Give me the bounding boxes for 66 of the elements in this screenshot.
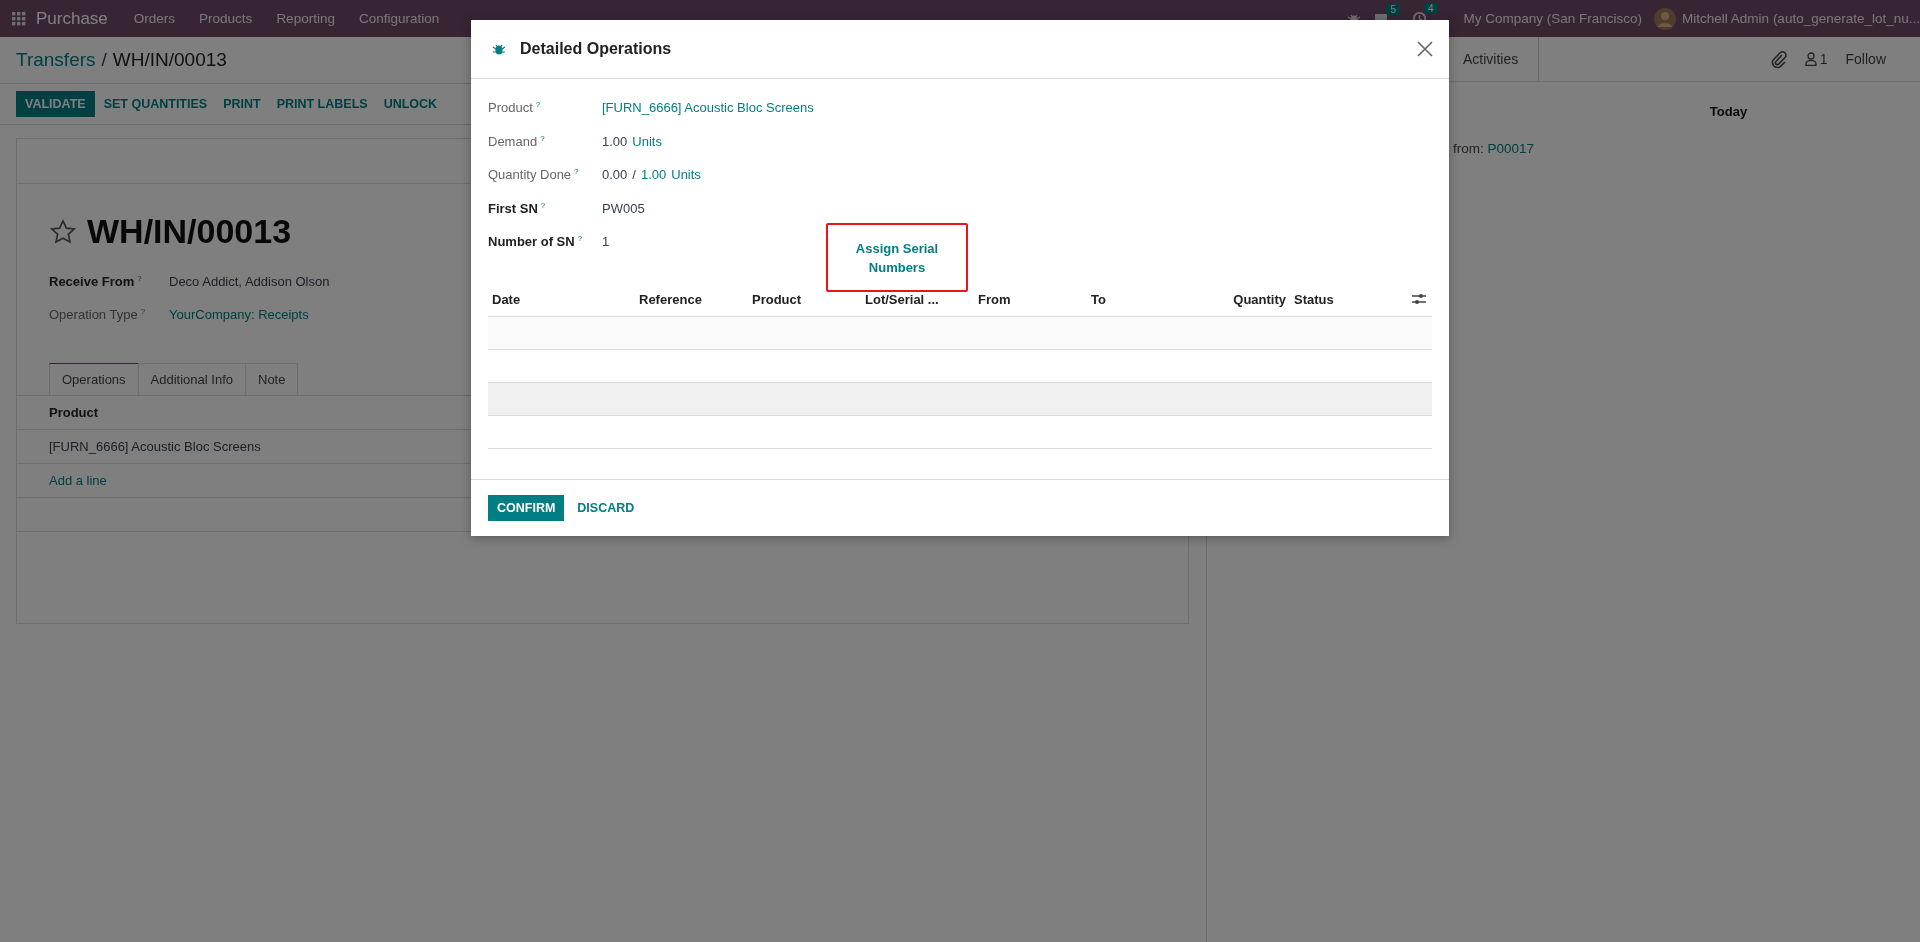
column-header[interactable]: Product: [752, 291, 865, 307]
menu-item[interactable]: Products: [187, 11, 265, 26]
dialog-title: Detailed Operations: [520, 40, 672, 58]
menu-item[interactable]: Orders: [121, 11, 188, 26]
company-switcher[interactable]: My Company (San Francisco): [1451, 11, 1655, 26]
column-header[interactable]: Status: [1294, 291, 1404, 307]
assign-serial-numbers-button[interactable]: Assign Serial Numbers: [826, 223, 968, 292]
paperclip-icon[interactable]: [1770, 50, 1787, 68]
action-button[interactable]: UNLOCK: [376, 91, 445, 117]
column-header[interactable]: Reference: [639, 291, 752, 307]
field-value[interactable]: [FURN_6666] Acoustic Bloc Screens: [602, 100, 814, 116]
field-label: Operation Type $^{?}$: [49, 306, 147, 323]
dialog-button[interactable]: DISCARD: [568, 495, 644, 521]
menu-item[interactable]: Configuration: [346, 11, 452, 26]
column-header[interactable]: Quantity: [1204, 291, 1294, 307]
purchase-order-link[interactable]: P00017: [1487, 141, 1535, 156]
follow-button[interactable]: Follow: [1845, 37, 1902, 81]
field-value: Deco Addict, Addison Olson: [169, 274, 330, 289]
breadcrumb-current: WH/IN/00013: [112, 49, 227, 71]
column-header[interactable]: Lot/Serial ...: [865, 291, 978, 307]
field-value: 1.00: [602, 133, 628, 149]
sliders-icon[interactable]: [1412, 293, 1426, 305]
date-separator: Today: [1709, 104, 1748, 119]
field-label: First SN $^{?}$: [488, 200, 547, 216]
field-label: Product $^{?}$: [488, 100, 542, 116]
field-label: Demand $^{?}$: [488, 133, 546, 149]
field-value[interactable]: 1.00: [640, 167, 667, 183]
menu-item[interactable]: Reporting: [264, 11, 347, 26]
column-header[interactable]: To: [1091, 291, 1204, 307]
message-count-badge: 5: [1386, 3, 1400, 15]
action-button[interactable]: PRINT: [216, 91, 268, 117]
followers-button[interactable]: 1: [1804, 51, 1828, 67]
record-title: WH/IN/00013: [87, 212, 292, 251]
column-header[interactable]: From: [978, 291, 1091, 307]
action-button[interactable]: PRINT LABELS: [269, 91, 375, 117]
field-value[interactable]: Units: [632, 133, 662, 149]
user-icon: [1804, 52, 1817, 66]
table-cell: [FURN_6666] Acoustic Bloc Screens: [49, 439, 261, 454]
breadcrumb-link[interactable]: Transfers: [16, 49, 96, 71]
breadcrumb-separator: /: [101, 49, 107, 71]
activity-count-badge: 4: [1423, 3, 1438, 14]
action-button[interactable]: SET QUANTITIES: [96, 91, 215, 117]
field-value: /: [632, 167, 636, 183]
action-button[interactable]: VALIDATE: [16, 91, 95, 117]
tab[interactable]: Operations: [49, 363, 139, 395]
field-value[interactable]: YourCompany: Receipts: [169, 307, 309, 322]
column-header: Product: [49, 405, 99, 420]
star-icon[interactable]: [49, 217, 77, 246]
field-label: Receive From $^{?}$: [49, 273, 143, 290]
column-header[interactable]: Date: [492, 291, 639, 307]
activities-button[interactable]: Activities: [1463, 37, 1540, 81]
message-text: from: P00017: [1453, 141, 1535, 156]
dialog-button[interactable]: CONFIRM: [488, 495, 565, 521]
add-line-link[interactable]: Add a line: [49, 473, 107, 488]
field-value: 1: [602, 234, 610, 250]
app-name[interactable]: Purchase: [36, 8, 108, 29]
field-value: PW005: [602, 200, 645, 216]
field-label: Number of SN $^{?}$: [488, 234, 584, 250]
apps-menu-icon[interactable]: [12, 11, 26, 26]
field-value[interactable]: Units: [671, 167, 701, 183]
field-label: Quantity Done $^{?}$: [488, 167, 580, 183]
user-menu[interactable]: Mitchell Admin (auto_generate_lot_nu...: [1682, 11, 1920, 26]
field-value: 0.00: [602, 167, 628, 183]
close-icon[interactable]: [1417, 41, 1433, 57]
tab[interactable]: Note: [245, 363, 299, 395]
bug-icon: [492, 42, 506, 56]
